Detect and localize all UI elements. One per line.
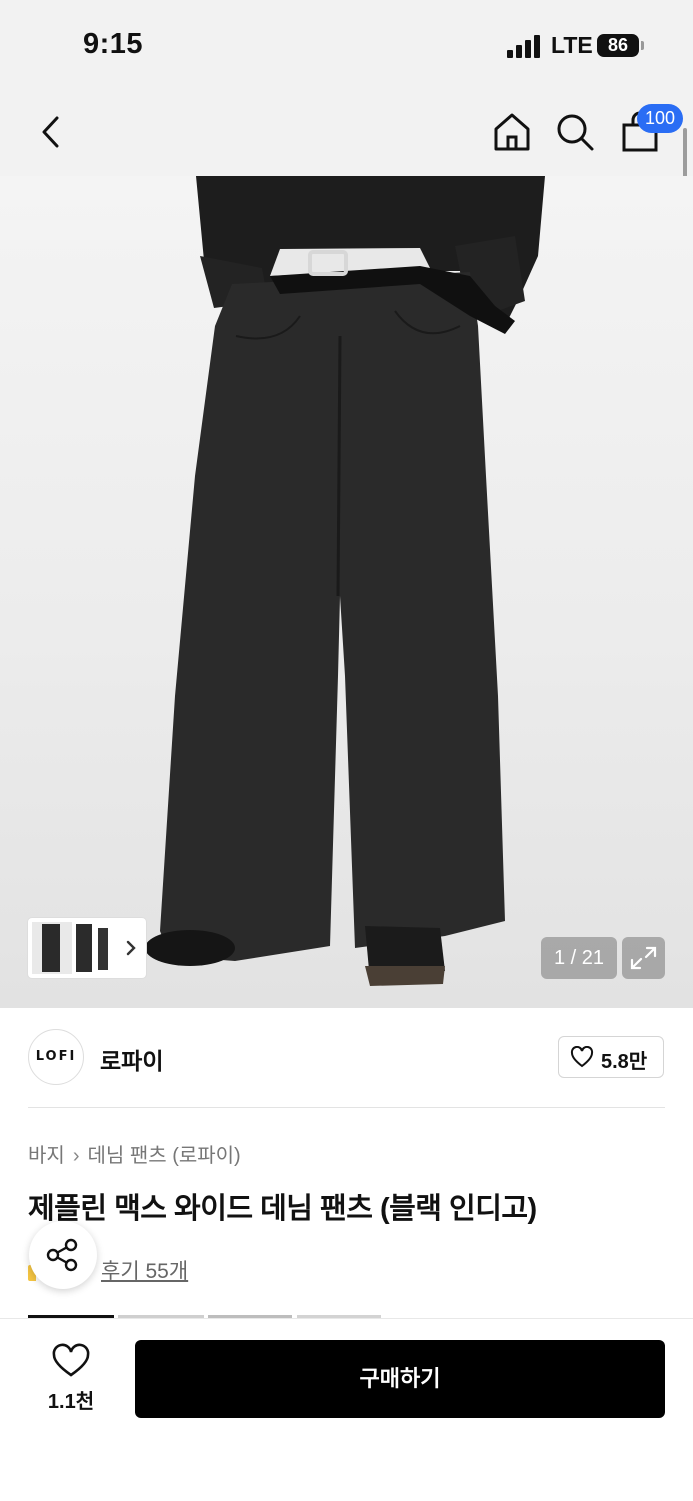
battery-tip xyxy=(641,41,644,50)
breadcrumb-item[interactable]: 데님 팬츠 (로파이) xyxy=(87,1145,240,1167)
status-time: 9:15 xyxy=(83,28,144,60)
buy-button[interactable]: 구매하기 xyxy=(135,1340,665,1418)
thumbnail-images xyxy=(32,922,136,974)
chevron-right-icon xyxy=(126,940,136,956)
expand-icon[interactable] xyxy=(622,937,665,979)
search-icon[interactable] xyxy=(551,108,599,156)
brand-logo[interactable]: LOFI xyxy=(28,1029,84,1085)
network-type: LTE xyxy=(551,32,593,58)
wishlist-button[interactable]: 1.1천 xyxy=(34,1341,108,1419)
cart-count-badge: 100 xyxy=(637,104,683,133)
breadcrumb-item[interactable]: 바지 xyxy=(28,1145,65,1167)
wishlist-count: 1.1천 xyxy=(47,1391,95,1413)
thumbnail-strip[interactable] xyxy=(28,918,146,978)
home-icon[interactable] xyxy=(488,108,536,156)
brand-name[interactable]: 로파이 xyxy=(100,1042,163,1076)
product-image-gallery[interactable] xyxy=(0,176,693,1008)
section-divider xyxy=(28,1107,665,1108)
share-icon xyxy=(46,1238,78,1272)
breadcrumb: 바지 › 데님 팬츠 (로파이) xyxy=(28,1139,241,1168)
signal-icon xyxy=(507,34,541,58)
product-photo xyxy=(145,176,545,986)
heart-icon xyxy=(570,1046,594,1068)
status-bar: 9:15 LTE 86 xyxy=(0,0,693,92)
heart-icon xyxy=(52,1343,90,1377)
back-icon[interactable] xyxy=(28,108,76,156)
share-button[interactable] xyxy=(29,1221,97,1289)
product-title: 제플린 맥스 와이드 데님 팬츠 (블랙 인디고) xyxy=(28,1193,537,1225)
review-count-link[interactable]: 후기 55개 xyxy=(101,1255,188,1285)
chevron-right-icon: › xyxy=(72,1145,80,1167)
brand-like-count: 5.8만 xyxy=(601,1051,648,1073)
brand-like-button[interactable]: 5.8만 xyxy=(558,1036,664,1078)
battery-icon: 86 xyxy=(597,34,639,57)
top-nav-bar xyxy=(0,92,693,176)
image-counter: 1 / 21 xyxy=(541,937,617,979)
